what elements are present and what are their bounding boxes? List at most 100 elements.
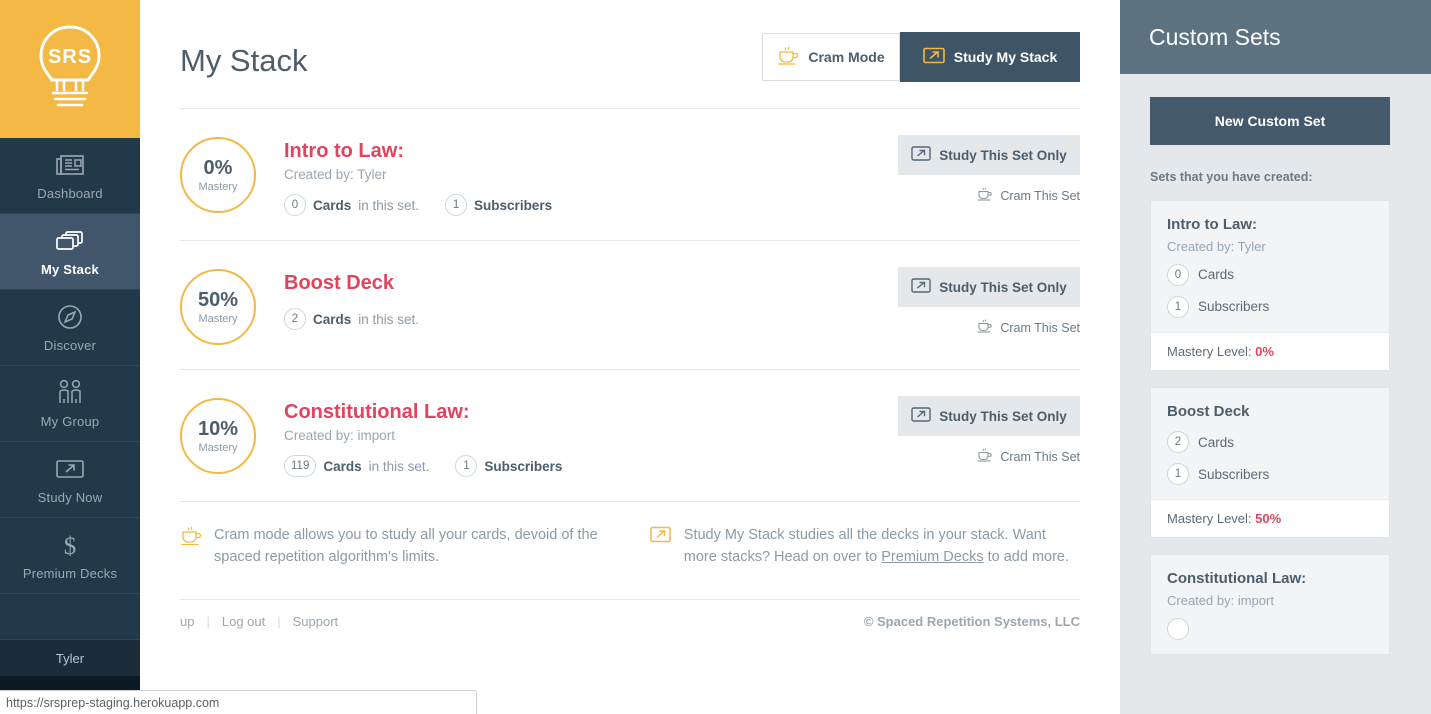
study-this-set-button[interactable]: Study This Set Only [898, 396, 1080, 436]
study-this-set-label: Study This Set Only [939, 148, 1067, 163]
custom-set-subscribers-stat: 1 Subscribers [1167, 296, 1373, 318]
custom-sets-header: Custom Sets [1120, 0, 1431, 74]
app-root: SRS Dashboard My S [0, 0, 1431, 714]
study-stack-info: Study My Stack studies all the decks in … [650, 524, 1080, 569]
custom-set-title: Boost Deck [1167, 402, 1373, 422]
custom-sets-title: Custom Sets [1149, 24, 1281, 51]
cram-this-set-label: Cram This Set [1000, 450, 1080, 464]
mastery-ring: 10% Mastery [180, 398, 256, 474]
custom-set-title: Intro to Law: [1167, 215, 1373, 235]
sidebar-item-study-now[interactable]: Study Now [0, 442, 140, 518]
lightbulb-srs-logo-icon: SRS [31, 21, 109, 117]
mastery-percent: 50% [198, 290, 238, 310]
cards-label: Cards [313, 312, 351, 327]
study-my-stack-button[interactable]: Study My Stack [900, 32, 1080, 82]
footer-links: up | Log out | Support [180, 614, 338, 629]
cards-label: Cards [313, 198, 351, 213]
footer-link-group[interactable]: up [180, 614, 194, 629]
coffee-cup-icon [180, 524, 214, 553]
svg-text:SRS: SRS [48, 46, 92, 68]
custom-set-card[interactable]: Intro to Law: Created by: Tyler 0 Cards … [1150, 200, 1390, 371]
cards-label: Cards [1198, 267, 1234, 282]
study-text-after: to add more. [984, 549, 1069, 565]
cards-count-badge: 0 [1167, 264, 1189, 286]
subscribers-count-badge: 1 [455, 455, 477, 477]
sidebar-item-discover[interactable]: Discover [0, 290, 140, 366]
external-link-box-icon [923, 47, 945, 67]
custom-set-author: Created by: Tyler [1167, 239, 1373, 254]
custom-set-mastery: Mastery Level: 50% [1151, 499, 1389, 537]
cards-count-badge [1167, 618, 1189, 640]
subscribers-count-badge: 1 [1167, 463, 1189, 485]
sidebar-item-label: My Group [41, 414, 100, 429]
cards-stack-icon [54, 226, 86, 256]
coffee-cup-icon [977, 448, 993, 465]
cram-this-set-label: Cram This Set [1000, 321, 1080, 335]
cards-suffix: in this set. [358, 198, 419, 213]
deck-row: 50% Mastery Boost Deck 2 Cards in this s… [180, 241, 1080, 370]
external-link-box-icon [911, 278, 931, 296]
custom-set-body: Constitutional Law: Created by: import [1151, 555, 1389, 654]
footer-link-logout[interactable]: Log out [222, 614, 265, 629]
subscribers-count-badge: 1 [445, 194, 467, 216]
new-custom-set-button[interactable]: New Custom Set [1150, 97, 1390, 145]
coffee-cup-icon [977, 187, 993, 204]
main-content: My Stack Cram Mode [140, 0, 1120, 714]
sidebar-item-label: My Stack [41, 262, 99, 277]
study-this-set-button[interactable]: Study This Set Only [898, 267, 1080, 307]
cards-count-badge: 0 [284, 194, 306, 216]
cram-this-set-link[interactable]: Cram This Set [898, 319, 1080, 336]
mastery-percent: 10% [198, 419, 238, 439]
sidebar-item-dashboard[interactable]: Dashboard [0, 138, 140, 214]
mastery-level-label: Mastery Level: [1167, 344, 1252, 359]
custom-set-body: Boost Deck 2 Cards 1 Subscribers [1151, 388, 1389, 500]
sidebar-item-label: Study Now [38, 490, 103, 505]
cram-mode-label: Cram Mode [808, 49, 884, 65]
mastery-label: Mastery [198, 442, 237, 454]
custom-set-card[interactable]: Constitutional Law: Created by: import [1150, 554, 1390, 655]
mastery-ring: 0% Mastery [180, 137, 256, 213]
study-this-set-button[interactable]: Study This Set Only [898, 135, 1080, 175]
mastery-label: Mastery [198, 313, 237, 325]
mastery-label: Mastery [198, 181, 237, 193]
deck-row: 10% Mastery Constitutional Law: Created … [180, 370, 1080, 502]
dollar-icon: $ [58, 530, 82, 560]
premium-decks-link[interactable]: Premium Decks [881, 549, 983, 565]
study-this-set-label: Study This Set Only [939, 409, 1067, 424]
sidebar-item-my-group[interactable]: My Group [0, 366, 140, 442]
custom-set-cards-stat: 2 Cards [1167, 431, 1373, 453]
cram-this-set-label: Cram This Set [1000, 189, 1080, 203]
browser-status-bar: https://srsprep-staging.herokuapp.com [0, 690, 477, 714]
mastery-percent: 0% [204, 158, 233, 178]
sidebar-item-my-stack[interactable]: My Stack [0, 214, 140, 290]
subscribers-label: Subscribers [1198, 299, 1269, 314]
app-logo[interactable]: SRS [0, 0, 140, 138]
cram-this-set-link[interactable]: Cram This Set [898, 448, 1080, 465]
left-sidebar: SRS Dashboard My S [0, 0, 140, 714]
cards-count-badge: 2 [1167, 431, 1189, 453]
info-area: Cram mode allows you to study all your c… [140, 502, 1120, 569]
custom-set-card[interactable]: Boost Deck 2 Cards 1 Subscribers Mastery… [1150, 387, 1390, 539]
cram-mode-button[interactable]: Cram Mode [762, 33, 900, 81]
sidebar-item-premium-decks[interactable]: $ Premium Decks [0, 518, 140, 594]
cards-suffix: in this set. [358, 312, 419, 327]
coffee-cup-icon [777, 46, 799, 69]
sidebar-item-label: Discover [44, 338, 96, 353]
subscribers-label: Subscribers [474, 198, 552, 213]
mastery-ring: 50% Mastery [180, 269, 256, 345]
footer-link-support[interactable]: Support [293, 614, 339, 629]
external-link-box-icon [53, 454, 87, 484]
coffee-cup-icon [977, 319, 993, 336]
sidebar-item-label: Dashboard [37, 186, 102, 201]
custom-set-cards-stat: 0 Cards [1167, 264, 1373, 286]
study-this-set-label: Study This Set Only [939, 280, 1067, 295]
deck-actions: Study This Set Only Cram This Set [898, 267, 1080, 336]
main-top-spacer [140, 0, 1120, 8]
custom-set-body: Intro to Law: Created by: Tyler 0 Cards … [1151, 201, 1389, 332]
compass-icon [56, 302, 84, 332]
cram-this-set-link[interactable]: Cram This Set [898, 187, 1080, 204]
deck-list: 0% Mastery Intro to Law: Created by: Tyl… [140, 109, 1120, 502]
cards-count-badge: 119 [284, 455, 316, 477]
subscribers-label: Subscribers [484, 459, 562, 474]
cards-suffix: in this set. [369, 459, 430, 474]
